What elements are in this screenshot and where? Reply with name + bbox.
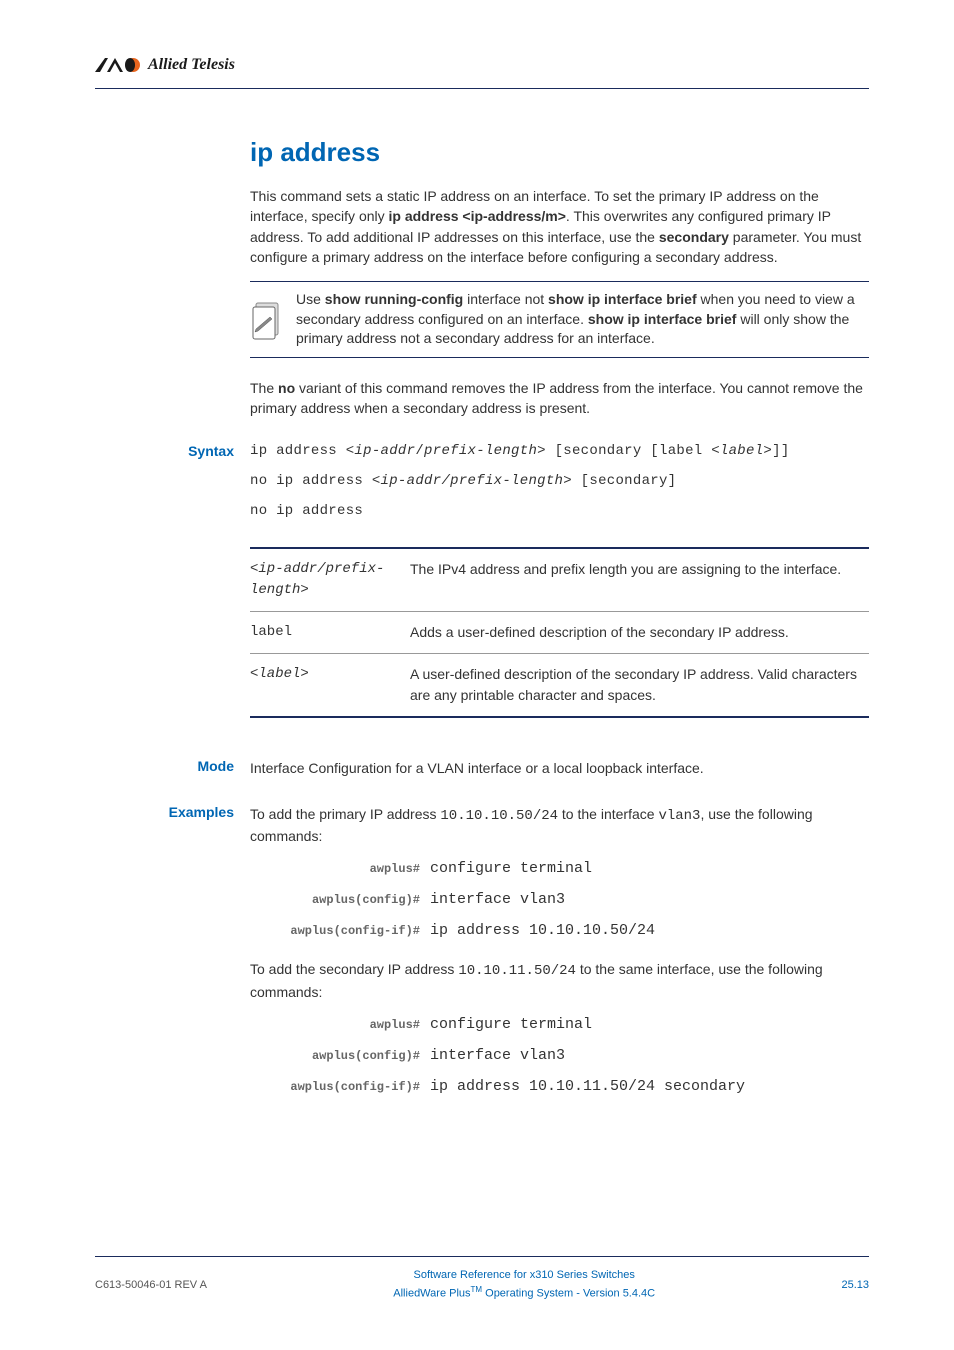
page-title: ip address bbox=[250, 137, 869, 168]
table-row: <ip-addr/prefix-length> The IPv4 address… bbox=[250, 548, 869, 612]
examples-label: Examples bbox=[95, 804, 250, 1115]
example1-intro: To add the primary IP address 10.10.10.5… bbox=[250, 804, 869, 847]
brand-logo: Allied Telesis bbox=[95, 50, 869, 80]
param-name: <label> bbox=[250, 653, 410, 717]
param-desc: A user-defined description of the second… bbox=[410, 653, 869, 717]
syntax-line-2: no ip address <ip-addr/prefix-length> [s… bbox=[250, 473, 869, 489]
command-row: awplus(config)# interface vlan3 bbox=[250, 1047, 869, 1064]
logo-mark-icon bbox=[95, 56, 140, 74]
note-icon bbox=[250, 299, 282, 341]
intro-paragraph: This command sets a static IP address on… bbox=[250, 186, 869, 267]
command-row: awplus(config-if)# ip address 10.10.10.5… bbox=[250, 922, 869, 939]
command-prompt: awplus(config-if)# bbox=[250, 922, 430, 939]
command-text: configure terminal bbox=[430, 860, 592, 877]
syntax-label: Syntax bbox=[95, 443, 250, 752]
command-prompt: awplus# bbox=[250, 860, 430, 877]
example2-commands: awplus# configure terminal awplus(config… bbox=[250, 1016, 869, 1095]
param-name: <ip-addr/prefix-length> bbox=[250, 548, 410, 612]
logo-text: Allied Telesis bbox=[148, 56, 235, 74]
command-row: awplus# configure terminal bbox=[250, 1016, 869, 1033]
example1-commands: awplus# configure terminal awplus(config… bbox=[250, 860, 869, 939]
command-row: awplus# configure terminal bbox=[250, 860, 869, 877]
command-row: awplus(config-if)# ip address 10.10.11.5… bbox=[250, 1078, 869, 1095]
note-text: Use show running-config interface not sh… bbox=[296, 290, 869, 349]
header-divider bbox=[95, 88, 869, 89]
footer-divider bbox=[95, 1256, 869, 1257]
mode-text: Interface Configuration for a VLAN inter… bbox=[250, 758, 869, 778]
param-name: label bbox=[250, 611, 410, 653]
table-row: <label> A user-defined description of th… bbox=[250, 653, 869, 717]
syntax-line-3: no ip address bbox=[250, 503, 869, 519]
table-row: label Adds a user-defined description of… bbox=[250, 611, 869, 653]
example2-intro: To add the secondary IP address 10.10.11… bbox=[250, 959, 869, 1002]
note-callout: Use show running-config interface not sh… bbox=[250, 281, 869, 358]
syntax-line-1: ip address <ip-addr/prefix-length> [seco… bbox=[250, 443, 869, 459]
command-text: ip address 10.10.10.50/24 bbox=[430, 922, 655, 939]
command-text: interface vlan3 bbox=[430, 891, 565, 908]
footer-center: Software Reference for x310 Series Switc… bbox=[393, 1267, 655, 1302]
mode-label: Mode bbox=[95, 758, 250, 792]
command-text: interface vlan3 bbox=[430, 1047, 565, 1064]
footer-doc-id: C613-50046-01 REV A bbox=[95, 1279, 207, 1291]
no-variant-paragraph: The no variant of this command removes t… bbox=[250, 378, 869, 419]
command-row: awplus(config)# interface vlan3 bbox=[250, 891, 869, 908]
footer-page-number: 25.13 bbox=[841, 1279, 869, 1291]
page-footer: C613-50046-01 REV A Software Reference f… bbox=[95, 1256, 869, 1302]
command-prompt: awplus# bbox=[250, 1016, 430, 1033]
parameter-table: <ip-addr/prefix-length> The IPv4 address… bbox=[250, 547, 869, 718]
command-prompt: awplus(config)# bbox=[250, 1047, 430, 1064]
command-text: configure terminal bbox=[430, 1016, 592, 1033]
param-desc: Adds a user-defined description of the s… bbox=[410, 611, 869, 653]
command-prompt: awplus(config-if)# bbox=[250, 1078, 430, 1095]
command-prompt: awplus(config)# bbox=[250, 891, 430, 908]
command-text: ip address 10.10.11.50/24 secondary bbox=[430, 1078, 745, 1095]
param-desc: The IPv4 address and prefix length you a… bbox=[410, 548, 869, 612]
